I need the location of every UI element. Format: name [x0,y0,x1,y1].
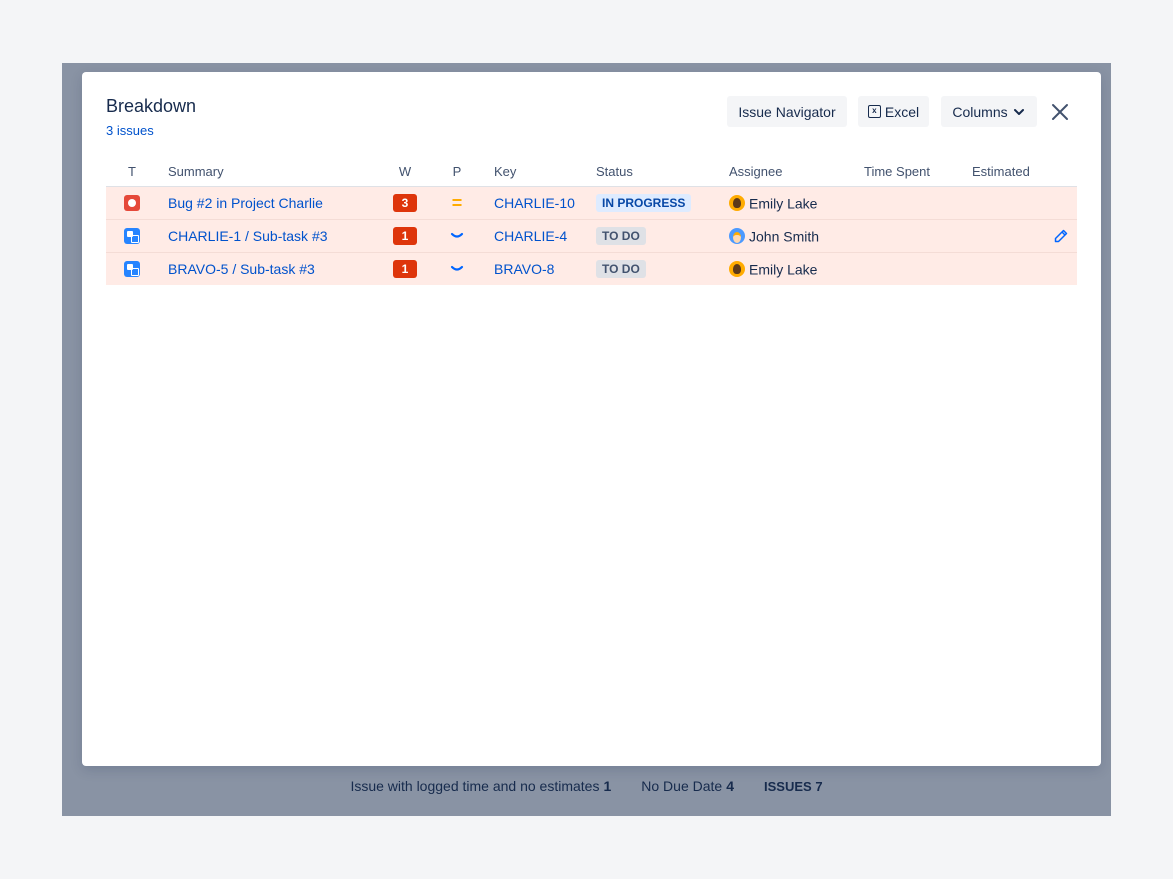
stat-logged-no-estimates-count: 1 [603,778,612,794]
col-header-key[interactable]: Key [474,158,596,187]
avatar [729,228,745,245]
col-header-assignee[interactable]: Assignee [729,158,864,187]
assignee-name: Emily Lake [749,195,818,212]
stat-no-due-date-count: 4 [726,778,734,794]
subtask-icon [124,261,140,278]
issue-navigator-button[interactable]: Issue Navigator [727,96,847,127]
table-header-row: T Summary W P Key Status Assignee Time S… [106,158,1077,187]
col-header-priority[interactable]: P [440,158,474,187]
close-icon [1052,104,1068,120]
estimated-cell [972,252,1077,285]
issue-key-link[interactable]: CHARLIE-4 [494,228,567,244]
estimated-cell [972,186,1077,220]
priority-low-icon [450,232,464,238]
assignee-name: John Smith [749,228,820,245]
stat-issues[interactable]: ISSUES 7 [764,779,823,794]
time-spent-cell [864,252,972,285]
issue-key-link[interactable]: BRAVO-8 [494,261,554,277]
priority-medium-icon: = [451,192,463,213]
time-spent-cell [864,186,972,220]
stat-no-due-date[interactable]: No Due Date 4 [641,778,734,794]
issues-count-link[interactable]: 3 issues [106,123,154,138]
status-badge: IN PROGRESS [596,193,692,212]
weight-badge: 1 [393,259,417,278]
columns-label: Columns [952,103,1008,120]
time-spent-cell [864,219,972,253]
col-header-status[interactable]: Status [596,158,729,187]
priority-low-icon [450,265,464,271]
breakdown-table: T Summary W P Key Status Assignee Time S… [106,158,1077,285]
status-badge: TO DO [596,226,646,245]
stat-issues-label: ISSUES [764,778,812,794]
excel-button[interactable]: x Excel [858,96,929,127]
col-header-summary[interactable]: Summary [158,158,370,187]
table-row: BRAVO-5 / Sub-task #3 1 BRAVO-8 TO DO Em… [106,252,1077,285]
col-header-estimated[interactable]: Estimated [972,158,1077,187]
table-row: Bug #2 in Project Charlie 3 = CHARLIE-10… [106,186,1077,220]
assignee-name: Emily Lake [749,261,818,278]
status-badge: TO DO [596,259,646,278]
col-header-weight[interactable]: W [370,158,440,187]
stat-logged-no-estimates-label: Issue with logged time and no estimates [350,778,600,794]
subtask-icon [124,228,140,245]
col-header-type[interactable]: T [106,158,158,187]
avatar [729,195,745,212]
stat-issues-count: 7 [815,778,823,794]
chevron-down-icon [1013,108,1024,115]
issue-key-link[interactable]: CHARLIE-10 [494,195,575,211]
bug-icon [124,195,140,212]
issue-navigator-label: Issue Navigator [738,103,836,120]
weight-badge: 1 [393,226,417,245]
stat-logged-no-estimates[interactable]: Issue with logged time and no estimates 1 [350,778,611,794]
pencil-icon[interactable] [1053,228,1069,244]
modal-title: Breakdown [106,96,197,116]
avatar [729,261,745,278]
excel-label: Excel [884,103,920,120]
footer-stats: Issue with logged time and no estimates 1… [62,766,1111,806]
close-button[interactable] [1048,100,1072,124]
breakdown-modal: Breakdown 3 issues Issue Navigator x Exc… [82,72,1101,766]
table-row: CHARLIE-1 / Sub-task #3 1 CHARLIE-4 TO D… [106,219,1077,253]
issue-summary-link[interactable]: Bug #2 in Project Charlie [168,195,323,211]
weight-badge: 3 [393,193,417,212]
columns-button[interactable]: Columns [941,96,1037,127]
stat-no-due-date-label: No Due Date [641,778,723,794]
issue-summary-link[interactable]: CHARLIE-1 / Sub-task #3 [168,228,328,244]
estimated-cell [972,219,1077,253]
col-header-time-spent[interactable]: Time Spent [864,158,972,187]
issue-summary-link[interactable]: BRAVO-5 / Sub-task #3 [168,261,315,277]
excel-icon: x [867,105,881,118]
